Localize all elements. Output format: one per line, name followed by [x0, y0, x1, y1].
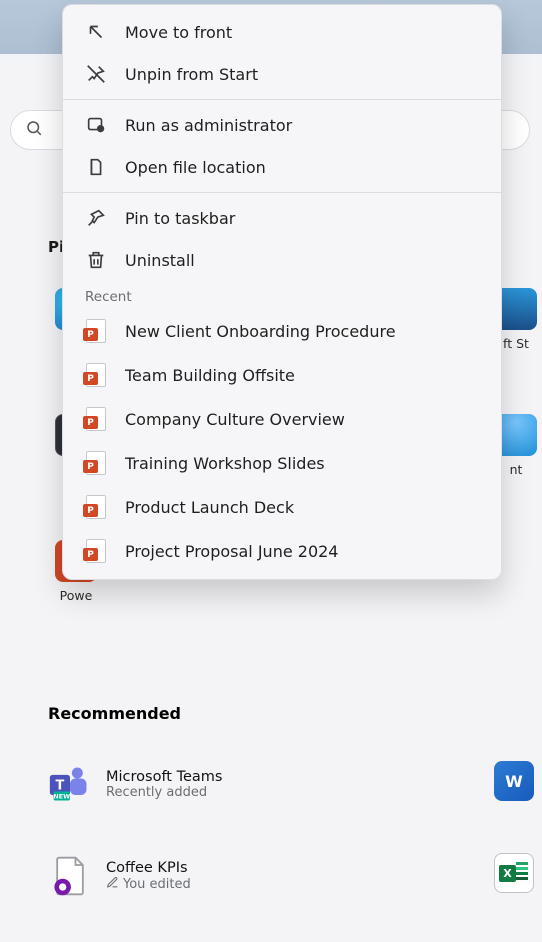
powerpoint-file-icon: P	[85, 363, 107, 387]
ctx-recent-heading: Recent	[63, 281, 501, 309]
ctx-label: Open file location	[125, 158, 266, 177]
ctx-label: Move to front	[125, 23, 232, 42]
unpin-icon	[85, 63, 107, 85]
ctx-pin-to-taskbar[interactable]: Pin to taskbar	[63, 197, 501, 239]
pinned-label: Powe	[60, 588, 93, 603]
trash-icon	[85, 249, 107, 271]
ctx-recent-label: Product Launch Deck	[125, 498, 294, 517]
powerpoint-file-icon: P	[85, 451, 107, 475]
ctx-recent-label: Training Workshop Slides	[125, 454, 325, 473]
pin-icon	[85, 207, 107, 229]
ctx-run-as-admin[interactable]: Run as administrator	[63, 104, 501, 146]
ctx-move-to-front[interactable]: Move to front	[63, 11, 501, 53]
recommended-subtitle: Recently added	[106, 785, 222, 800]
recommended-title: Microsoft Teams	[106, 769, 222, 785]
ctx-recent-item[interactable]: P Training Workshop Slides	[63, 441, 501, 485]
ctx-open-file-location[interactable]: Open file location	[63, 146, 501, 188]
teams-icon: T NEW	[48, 762, 92, 806]
ctx-label: Uninstall	[125, 251, 195, 270]
shield-admin-icon	[85, 114, 107, 136]
powerpoint-file-icon: P	[85, 539, 107, 563]
recommended-title: Coffee KPIs	[106, 860, 191, 876]
ctx-recent-label: New Client Onboarding Procedure	[125, 322, 396, 341]
separator	[63, 192, 501, 193]
ctx-recent-item[interactable]: P Company Culture Overview	[63, 397, 501, 441]
ctx-recent-item[interactable]: P Product Launch Deck	[63, 485, 501, 529]
recommended-item-word[interactable]: W	[494, 761, 534, 807]
context-menu: Move to front Unpin from Start Run as ad…	[62, 4, 502, 580]
recommended-item-excel[interactable]: X	[494, 853, 534, 899]
ctx-recent-label: Project Proposal June 2024	[125, 542, 338, 561]
file-loop-icon	[48, 854, 92, 898]
ctx-uninstall[interactable]: Uninstall	[63, 239, 501, 281]
recommended-subtitle: You edited	[123, 877, 191, 892]
ctx-recent-label: Team Building Offsite	[125, 366, 295, 385]
pinned-label: nt	[510, 462, 523, 477]
ctx-recent-label: Company Culture Overview	[125, 410, 345, 429]
powerpoint-file-icon: P	[85, 407, 107, 431]
ctx-recent-item[interactable]: P Project Proposal June 2024	[63, 529, 501, 573]
svg-text:NEW: NEW	[53, 793, 70, 801]
ctx-label: Pin to taskbar	[125, 209, 235, 228]
search-icon	[25, 119, 43, 141]
recommended-item-coffee-kpis[interactable]: Coffee KPIs You edited	[48, 854, 288, 898]
pinned-label: ft St	[503, 336, 529, 351]
ctx-unpin-from-start[interactable]: Unpin from Start	[63, 53, 501, 95]
svg-text:T: T	[56, 779, 65, 794]
ctx-label: Unpin from Start	[125, 65, 258, 84]
ctx-recent-item[interactable]: P Team Building Offsite	[63, 353, 501, 397]
pencil-icon	[106, 876, 119, 893]
arrow-top-left-icon	[85, 21, 107, 43]
separator	[63, 99, 501, 100]
recommended-item-teams[interactable]: T NEW Microsoft Teams Recently added	[48, 762, 288, 806]
recommended-heading: Recommended	[48, 704, 181, 723]
powerpoint-file-icon: P	[85, 319, 107, 343]
folder-open-icon	[85, 156, 107, 178]
ctx-label: Run as administrator	[125, 116, 292, 135]
ctx-recent-item[interactable]: P New Client Onboarding Procedure	[63, 309, 501, 353]
powerpoint-file-icon: P	[85, 495, 107, 519]
